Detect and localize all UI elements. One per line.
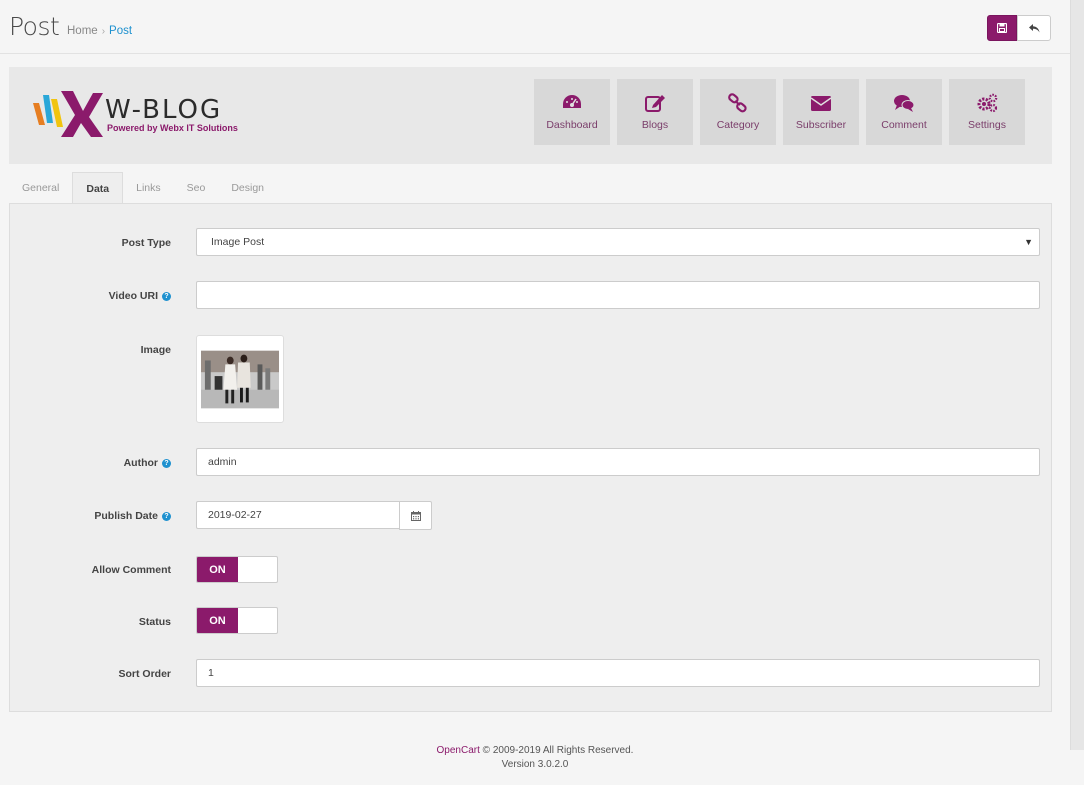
- breadcrumb-home[interactable]: Home: [67, 25, 98, 37]
- video-uri-input[interactable]: [196, 281, 1040, 309]
- video-uri-label: Video URI ?: [109, 290, 171, 302]
- video-uri-label-text: Video URI: [108, 290, 158, 302]
- footer: OpenCart © 2009-2019 All Rights Reserved…: [0, 744, 1070, 772]
- post-type-value: Image Post: [211, 236, 265, 248]
- allow-comment-label-text: Allow Comment: [91, 564, 171, 576]
- sort-order-input[interactable]: 1: [196, 659, 1040, 687]
- image-label: Image: [141, 344, 171, 356]
- cogs-icon: [977, 93, 998, 113]
- status-label: Status: [139, 616, 171, 628]
- breadcrumb-separator: ›: [101, 25, 106, 37]
- nav-tile-label: Settings: [968, 119, 1006, 131]
- status-toggle[interactable]: ON: [196, 607, 278, 634]
- post-type-label-text: Post Type: [121, 237, 171, 249]
- page-title: Post: [9, 12, 60, 41]
- dashboard-icon: [563, 95, 581, 108]
- nav-tile-category[interactable]: Category: [700, 79, 776, 145]
- comments-icon: [894, 95, 915, 112]
- edit-icon: [645, 95, 665, 112]
- nav-tile-settings[interactable]: Settings: [949, 79, 1025, 145]
- data-tab-panel: Post Type Image Post ▼ Video URI ? Image: [9, 203, 1052, 712]
- help-icon[interactable]: ?: [162, 458, 171, 468]
- logo-title: W-BLOG: [105, 95, 223, 125]
- tab-general[interactable]: General: [9, 172, 72, 204]
- sort-order-label-text: Sort Order: [118, 668, 171, 680]
- wblog-logo-mark-icon: [33, 91, 103, 137]
- nav-tile-label: Dashboard: [546, 119, 598, 131]
- page-header: Post Home › Post: [0, 0, 1070, 54]
- toggle-on-label: ON: [197, 557, 238, 582]
- nav-tile-label: Comment: [881, 119, 927, 131]
- page-scrollbar[interactable]: [1070, 0, 1084, 750]
- calendar-button[interactable]: [399, 501, 432, 530]
- nav-tile-subscriber[interactable]: Subscriber: [783, 79, 859, 145]
- calendar-icon: [410, 510, 421, 521]
- author-label: Author ?: [124, 457, 171, 469]
- tab-seo[interactable]: Seo: [174, 172, 219, 204]
- nav-tile-label: Blogs: [641, 119, 669, 131]
- breadcrumb: Home › Post: [67, 25, 132, 37]
- author-label-text: Author: [123, 457, 158, 469]
- tab-links[interactable]: Links: [123, 172, 174, 204]
- form-tabs: General Data Links Seo Design: [9, 172, 1052, 205]
- publish-date-label-text: Publish Date: [94, 510, 158, 522]
- allow-comment-label: Allow Comment: [92, 564, 171, 576]
- post-image: [201, 350, 279, 408]
- footer-copyright-line: OpenCart © 2009-2019 All Rights Reserved…: [0, 744, 1070, 758]
- image-label-text: Image: [140, 344, 171, 356]
- envelope-icon: [810, 96, 832, 111]
- wblog-logo: W-BLOG Powered by Webx IT Solutions: [33, 89, 263, 141]
- link-icon: [728, 93, 747, 113]
- nav-tile-blogs[interactable]: Blogs: [617, 79, 693, 145]
- blog-banner: W-BLOG Powered by Webx IT Solutions Dash…: [9, 67, 1052, 164]
- save-icon: [997, 23, 1007, 33]
- reply-icon: [1028, 23, 1039, 32]
- nav-tile-dashboard[interactable]: Dashboard: [534, 79, 610, 145]
- help-icon[interactable]: ?: [162, 511, 171, 521]
- chevron-down-icon: ▼: [1024, 237, 1033, 247]
- help-icon[interactable]: ?: [162, 291, 171, 301]
- publish-date-input[interactable]: 2019-02-27: [196, 501, 400, 529]
- save-button[interactable]: [987, 15, 1017, 41]
- publish-date-label: Publish Date ?: [94, 510, 171, 522]
- footer-copyright: © 2009-2019 All Rights Reserved.: [482, 745, 634, 756]
- nav-tile-comment[interactable]: Comment: [866, 79, 942, 145]
- allow-comment-toggle[interactable]: ON: [196, 556, 278, 583]
- back-button[interactable]: [1017, 15, 1051, 41]
- toggle-on-label: ON: [197, 608, 238, 633]
- sort-order-label: Sort Order: [118, 668, 171, 680]
- tab-data[interactable]: Data: [72, 172, 124, 205]
- opencart-link[interactable]: OpenCart: [437, 745, 480, 756]
- nav-tile-label: Category: [716, 119, 760, 131]
- nav-tile-label: Subscriber: [795, 119, 847, 131]
- post-type-label: Post Type: [122, 237, 171, 249]
- blog-nav: Dashboard Blogs Category Subscriber Comm…: [534, 79, 1025, 145]
- breadcrumb-post[interactable]: Post: [109, 25, 132, 37]
- author-input[interactable]: admin: [196, 448, 1040, 476]
- image-thumbnail[interactable]: [196, 335, 284, 423]
- tab-design[interactable]: Design: [218, 172, 277, 204]
- logo-tagline: Powered by Webx IT Solutions: [107, 123, 238, 133]
- status-label-text: Status: [138, 616, 171, 628]
- post-type-select[interactable]: Image Post ▼: [196, 228, 1040, 256]
- footer-version: Version 3.0.2.0: [501, 759, 569, 770]
